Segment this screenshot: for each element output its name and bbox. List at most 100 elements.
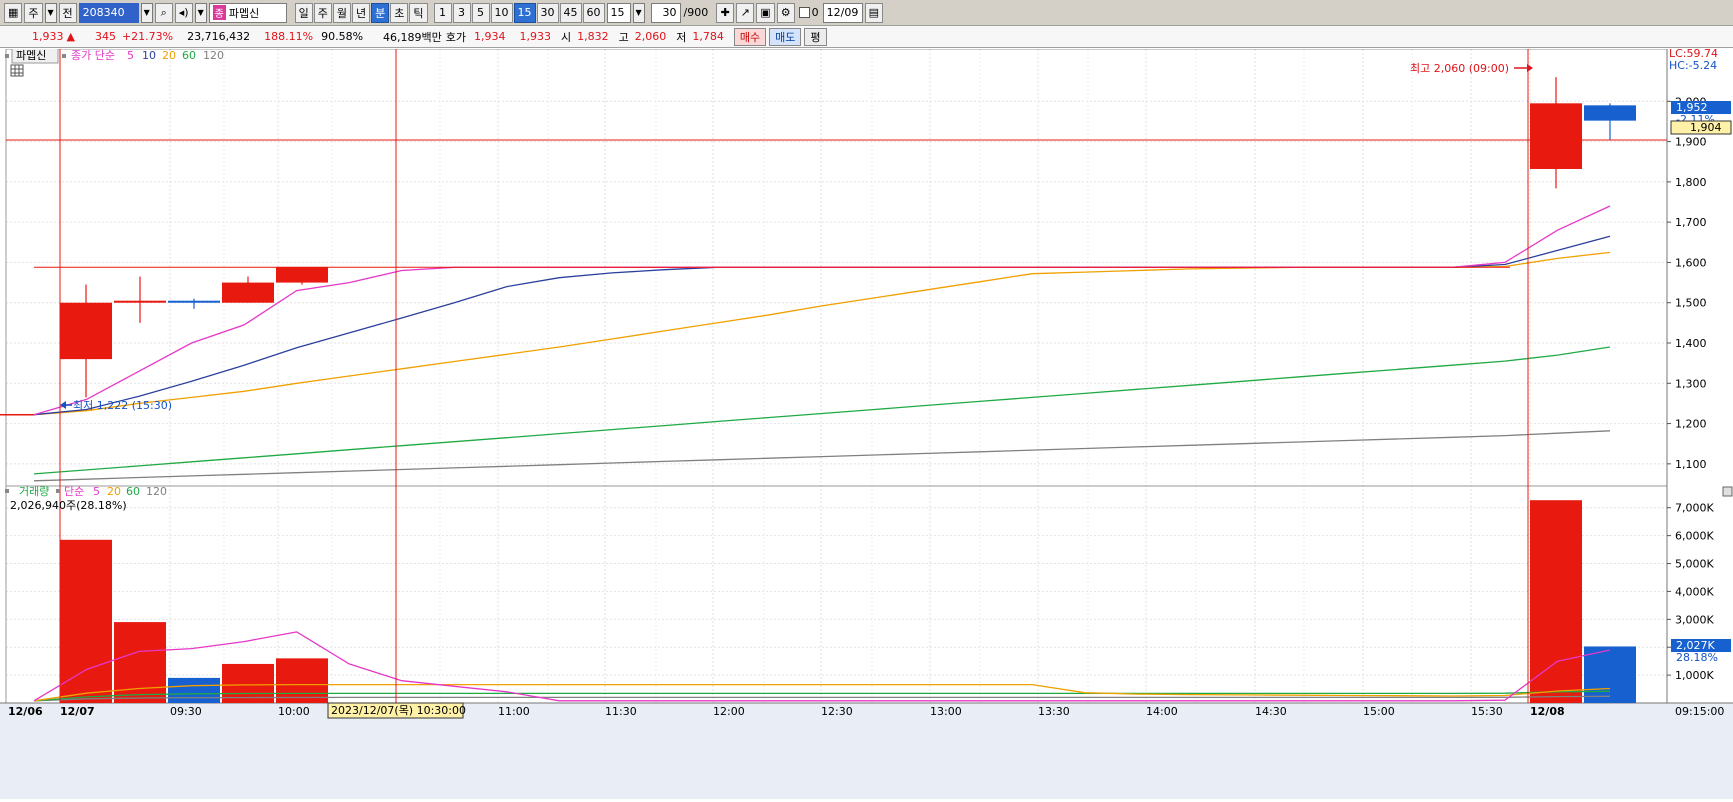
legend-ma120: 120 (203, 49, 224, 62)
chart-area[interactable]: 2,0001,9001,8001,7001,6001,5001,4001,300… (0, 47, 1733, 799)
stock-code-input[interactable]: 208340 (78, 2, 139, 23)
jeon-button[interactable]: 전 (58, 2, 77, 23)
time-tick-label: 11:30 (605, 705, 637, 718)
price-change: 345 (94, 30, 116, 43)
save-icon[interactable]: ▣ (756, 2, 775, 23)
volume-info: 2,026,940주(28.18%) (10, 499, 127, 512)
interval-button-8[interactable]: 60 (582, 2, 605, 23)
legend-marker (56, 489, 60, 493)
layout-icon[interactable]: ▦ (4, 2, 23, 23)
price-tick-label: 1,500 (1675, 297, 1707, 310)
legend-ma5: 5 (127, 49, 134, 62)
candle-body (168, 300, 220, 303)
trend-icon[interactable]: ↗ (736, 2, 755, 23)
open-price: 1,832 (577, 30, 609, 43)
crosshair-icon[interactable]: ✚ (716, 2, 735, 23)
trade-amount: 46,189백만 (383, 30, 442, 44)
time-tick-label: 12:00 (713, 705, 745, 718)
vol-legend-ma60: 60 (126, 485, 140, 498)
tab-2[interactable]: 주 (313, 2, 332, 23)
gear-icon[interactable]: ⚙ (776, 2, 795, 23)
ma60-line (33, 346, 1611, 475)
time-cursor-badge: 2023/12/07(목) 10:30:00 (327, 702, 466, 719)
table-icon[interactable] (10, 64, 24, 77)
checkbox[interactable] (798, 7, 810, 18)
search-icon[interactable]: ⌕ (154, 2, 173, 23)
interval-button-4[interactable]: 10 (490, 2, 513, 23)
volume-ratio: 188.11% (264, 30, 314, 43)
tab-3[interactable]: 월 (332, 2, 352, 23)
vol-legend-ma20: 20 (107, 485, 121, 498)
volume-bars (60, 500, 1636, 703)
time-tick-label: 15:30 (1471, 705, 1503, 718)
candle-body (1584, 105, 1636, 121)
speaker-dropdown-icon[interactable]: ▼ (194, 2, 207, 23)
count-input[interactable]: 30 (650, 2, 681, 23)
time-tick-label: 10:00 (278, 705, 310, 718)
ask-price: 1,934 (474, 30, 506, 43)
interval-button-2[interactable]: 3 (452, 2, 471, 23)
volume: 23,716,432 (187, 30, 251, 43)
interval-button-3[interactable]: 5 (471, 2, 490, 23)
stock-name-box[interactable]: 종 파멥신 (208, 2, 287, 23)
price-tick-label: 1,800 (1675, 176, 1707, 189)
hoga-label: 호가 (445, 30, 467, 44)
price-tick-label: 1,200 (1675, 418, 1707, 431)
interval-button-7[interactable]: 45 (559, 2, 582, 23)
period-select[interactable]: 주 (24, 2, 43, 23)
price-tick-label: 1,100 (1675, 458, 1707, 471)
time-tick-label: 12/06 (8, 705, 43, 718)
interval-button-5[interactable]: 15 (513, 2, 536, 23)
volume-bar (60, 539, 112, 703)
eval-button[interactable]: 평 (804, 27, 827, 46)
time-cursor-badge-text: 2023/12/07(목) 10:30:00 (331, 704, 466, 717)
tab-4[interactable]: 년 (352, 2, 371, 23)
legend-marker (5, 54, 9, 58)
candles (60, 77, 1636, 398)
date-input[interactable]: 12/09 (822, 2, 863, 23)
time-tick-label: 09:15:00 (1675, 705, 1724, 718)
chevron-down-icon[interactable]: ▼ (44, 2, 57, 23)
tab-1[interactable]: 일 (294, 2, 313, 23)
volume-tick-label: 7,000K (1675, 502, 1714, 515)
volume-tick-label: 6,000K (1675, 530, 1714, 543)
candle-body (222, 282, 274, 303)
vol-legend-prefix: 단순 (64, 485, 84, 498)
collapse-icon[interactable] (1722, 486, 1733, 497)
sell-button[interactable]: 매도 (769, 27, 802, 46)
low-price: 1,784 (692, 30, 724, 43)
time-tick-label: 14:30 (1255, 705, 1287, 718)
volume-bar (114, 622, 166, 703)
stock-chip: 파멥신 (16, 49, 46, 62)
time-tick-label: 14:00 (1146, 705, 1178, 718)
low-annotation-text: 최저 1,222 (15:30) (73, 399, 172, 412)
vol-legend-ma120: 120 (146, 485, 167, 498)
price-tick-label: 1,900 (1675, 136, 1707, 149)
high-annotation: 최고 2,060 (09:00) (1410, 62, 1533, 75)
axes: 2,0001,9001,8001,7001,6001,5001,4001,300… (8, 95, 1724, 718)
volume-bar (1584, 646, 1636, 703)
candle-body (114, 300, 166, 303)
toolbar: ▦ 주 ▼ 전 208340 ▼ ⌕ ◂) ▼ 종 파멥신 일주월년분초틱 13… (0, 0, 1733, 26)
calendar-icon[interactable]: ▤ (864, 2, 884, 23)
interval-button-1[interactable]: 1 (433, 2, 452, 23)
legend-ma20: 20 (162, 49, 176, 62)
tab-6[interactable]: 초 (390, 2, 409, 23)
code-dropdown-icon[interactable]: ▼ (140, 2, 153, 23)
interval-button-6[interactable]: 30 (536, 2, 559, 23)
grid (6, 49, 1667, 703)
tab-7[interactable]: 틱 (409, 2, 428, 23)
current-volume-sub: 28.18% (1676, 651, 1718, 664)
speaker-icon[interactable]: ◂) (174, 2, 193, 23)
buy-button[interactable]: 매수 (733, 27, 767, 46)
stock-type-tag: 종 (212, 5, 226, 20)
price-change-pct: +21.73% (121, 30, 174, 43)
interval-select[interactable]: 15 (606, 2, 631, 23)
price-tick-label: 1,400 (1675, 337, 1707, 350)
time-tick-label: 12/08 (1530, 705, 1565, 718)
tab-5[interactable]: 분 (371, 2, 390, 23)
chart-svg[interactable]: 2,0001,9001,8001,7001,6001,5001,4001,300… (0, 47, 1733, 799)
current-volume-badge: 2,027K 28.18% (1671, 639, 1731, 664)
interval-dropdown-icon[interactable]: ▼ (632, 2, 645, 23)
interval-buttons: 1 3 5 10 15 30 45 60 (433, 2, 605, 23)
